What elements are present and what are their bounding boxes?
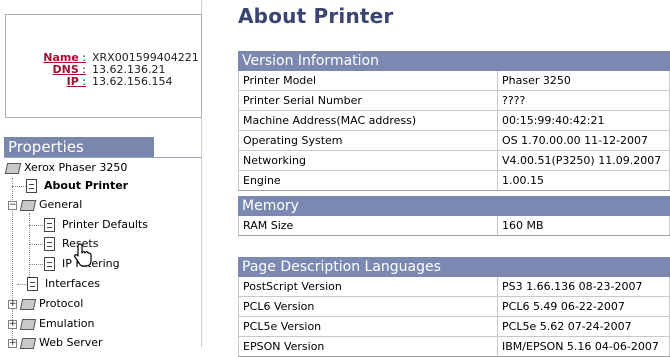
row-key: Engine — [238, 170, 498, 191]
memory-section: Memory RAM Size 160 MB — [238, 196, 670, 236]
tree-connector — [29, 244, 43, 245]
page-description-languages-table: PostScript Version PS3 1.66.136 08-23-200… — [238, 277, 670, 357]
folder-closed-icon — [19, 319, 37, 330]
tree-item-label: Emulation — [39, 317, 95, 330]
memory-table: RAM Size 160 MB — [238, 216, 670, 236]
table-row: Printer Serial Number???? — [238, 90, 670, 111]
tree-item-label: Protocol — [39, 297, 84, 310]
document-icon — [44, 237, 55, 251]
tree-item-label: Printer Defaults — [62, 218, 149, 231]
page-description-languages-section: Page Description Languages PostScript Ve… — [238, 257, 670, 357]
row-key: PCL6 Version — [238, 296, 498, 317]
folder-closed-icon — [19, 299, 37, 310]
table-row: PCL6 Version PCL6 5.49 06-22-2007 — [238, 296, 670, 317]
device-ip-label: IP : — [66, 75, 86, 88]
table-row: RAM Size 160 MB — [238, 216, 670, 236]
tree-connector — [29, 213, 30, 283]
tree-item-label: Interfaces — [45, 277, 100, 290]
row-value: PCL5e 5.62 07-24-2007 — [497, 316, 670, 337]
row-key: Printer Serial Number — [238, 90, 498, 111]
table-row: Networking V4.00.51(P3250) 11.09.2007 — [238, 150, 670, 171]
row-key: PostScript Version — [238, 277, 498, 297]
document-icon — [27, 277, 38, 291]
row-key: Operating System — [238, 130, 498, 151]
properties-header: Properties — [4, 137, 154, 157]
document-icon — [26, 179, 37, 193]
tree-connector — [29, 264, 43, 265]
properties-rule — [4, 157, 202, 158]
tree-item-label: General — [39, 198, 83, 211]
section-header: Memory — [238, 196, 670, 216]
table-row: Machine Address(MAC address) 00:15:99:40:… — [238, 110, 670, 131]
table-row: Operating System OS 1.70.00.00 11-12-2007 — [238, 130, 670, 151]
tree-connector — [12, 186, 26, 187]
version-information-table: Printer Model Phaser 3250 Printer Serial … — [238, 71, 670, 191]
row-value: PS3 1.66.136 08-23-2007 — [497, 277, 670, 297]
folder-open-icon — [19, 200, 37, 211]
tree-root-label: Xerox Phaser 3250 — [24, 161, 128, 174]
collapse-minus-icon[interactable]: − — [8, 201, 17, 210]
tree-connector — [29, 225, 43, 226]
expand-plus-icon[interactable]: + — [8, 320, 17, 329]
hand-pointer-cursor-icon — [74, 243, 92, 267]
table-row: Engine 1.00.15 — [238, 170, 670, 191]
device-ip-value: 13.62.156.154 — [92, 75, 173, 88]
row-key: Networking — [238, 150, 498, 171]
table-row: PCL5e Version PCL5e 5.62 07-24-2007 — [238, 316, 670, 337]
device-info-box: Name : XRX001599404221 DNS : 13.62.136.2… — [5, 14, 202, 118]
document-icon — [44, 257, 55, 271]
document-icon — [44, 218, 55, 232]
row-value: PCL6 5.49 06-22-2007 — [497, 296, 670, 317]
row-key: Printer Model — [238, 71, 498, 91]
row-value: V4.00.51(P3250) 11.09.2007 — [497, 150, 670, 171]
row-key: RAM Size — [238, 216, 498, 236]
expand-plus-icon[interactable]: + — [8, 300, 17, 309]
tree-connector — [17, 284, 27, 285]
row-value: ???? — [497, 90, 670, 111]
row-value: 00:15:99:40:42:21 — [497, 110, 670, 131]
page-title: About Printer — [238, 4, 394, 28]
version-information-section: Version Information Printer Model Phaser … — [238, 51, 670, 191]
device-ip-row: IP : 13.62.156.154 — [6, 75, 203, 89]
row-value: 1.00.15 — [497, 170, 670, 191]
row-key: Machine Address(MAC address) — [238, 110, 498, 131]
table-row: Printer Model Phaser 3250 — [238, 71, 670, 91]
row-key: PCL5e Version — [238, 316, 498, 337]
tree-item-label: Web Server — [39, 336, 103, 349]
row-value: OS 1.70.00.00 11-12-2007 — [497, 130, 670, 151]
folder-open-icon — [4, 163, 22, 174]
row-value: Phaser 3250 — [497, 71, 670, 91]
folder-closed-icon — [19, 338, 37, 349]
table-row: PostScript Version PS3 1.66.136 08-23-200… — [238, 277, 670, 297]
section-header: Version Information — [238, 51, 670, 71]
section-header: Page Description Languages — [238, 257, 670, 277]
tree-item-label: About Printer — [44, 179, 129, 192]
row-value: 160 MB — [497, 216, 670, 236]
